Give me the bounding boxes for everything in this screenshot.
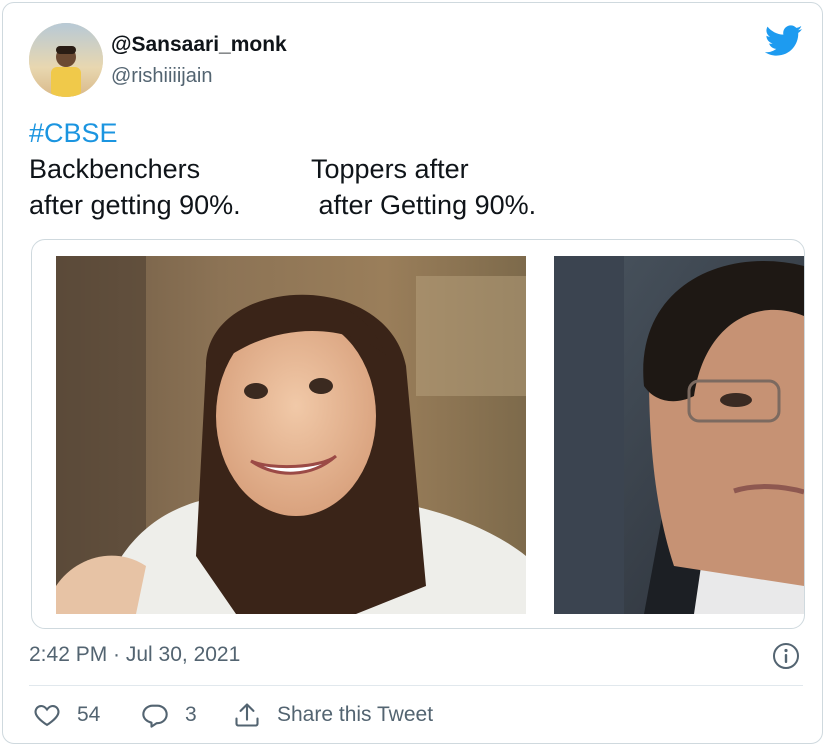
media-container[interactable] [31,239,805,629]
user-handle[interactable]: @rishiiiijain [111,65,212,88]
share-button[interactable]: Share this Tweet [233,701,433,729]
photo-left[interactable] [56,256,526,614]
twitter-bird-icon[interactable] [765,25,803,57]
divider [29,685,803,686]
text-after-getting: after getting 90%. [29,190,241,220]
tweet-line-1: Backbenchers Toppers after [29,151,809,187]
share-icon [235,703,259,727]
action-bar: 54 3 Share this Tweet [29,701,809,735]
reply-count: 3 [185,703,197,726]
text-backbenchers: Backbenchers [29,154,201,184]
info-icon[interactable] [772,642,800,670]
display-name[interactable]: @Sansaari_monk [111,33,287,57]
like-button[interactable]: 54 [33,701,100,729]
reply-bubble-icon [142,704,168,728]
tweet-card: @Sansaari_monk @rishiiiijain #CBSE Backb… [2,2,823,744]
tweet-text: #CBSE Backbenchers Toppers after after ge… [29,115,809,223]
text-after-getting-2: after Getting 90%. [311,190,537,220]
like-count: 54 [77,703,101,726]
text-toppers: Toppers after [311,154,469,184]
heart-icon [34,704,60,727]
hashtag-link[interactable]: #CBSE [29,115,809,151]
share-label: Share this Tweet [277,703,434,726]
tweet-line-2: after getting 90%. after Getting 90%. [29,187,809,223]
tweet-timestamp[interactable]: 2:42 PM · Jul 30, 2021 [29,643,240,667]
avatar[interactable] [29,23,103,97]
reply-button[interactable]: 3 [141,701,197,729]
photo-right[interactable] [554,256,804,614]
